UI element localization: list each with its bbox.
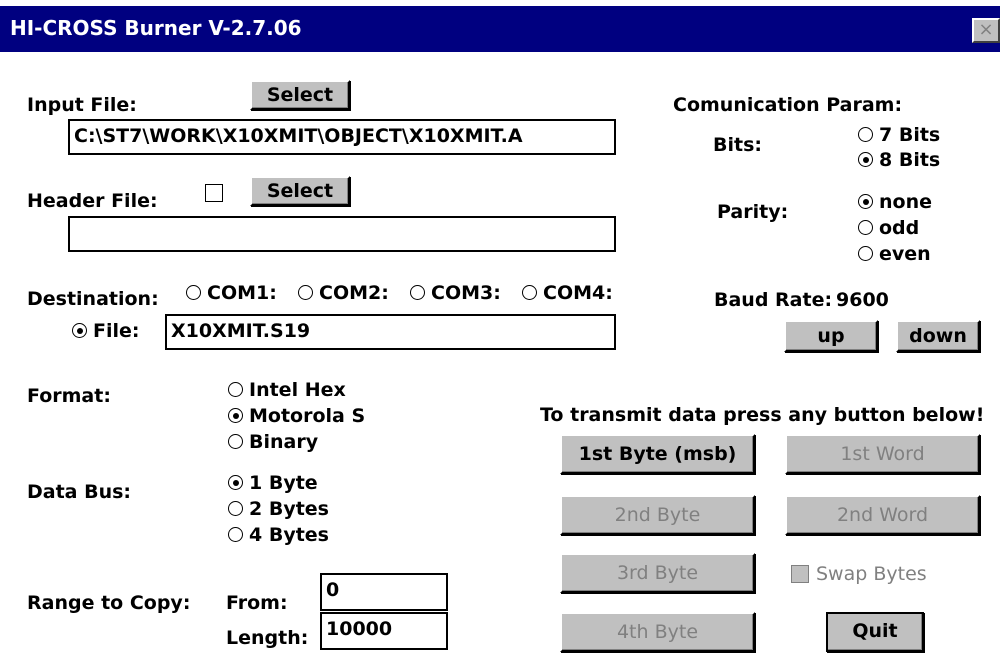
radio-selected-icon: [228, 475, 243, 490]
radio-icon: [228, 527, 243, 542]
radio-icon: [186, 285, 201, 300]
binary-label: Binary: [249, 431, 319, 453]
destination-com3-radio[interactable]: COM3:: [410, 280, 501, 307]
odd-label: odd: [879, 217, 920, 239]
radio-icon: [522, 285, 537, 300]
radio-icon: [228, 501, 243, 516]
destination-file-radio[interactable]: File:: [72, 318, 140, 345]
header-file-select-button[interactable]: Select: [250, 176, 350, 206]
radio-selected-icon: [858, 194, 873, 209]
data-bus-label: Data Bus:: [27, 481, 132, 503]
radio-icon: [858, 220, 873, 235]
first-word-button[interactable]: 1st Word: [785, 434, 980, 474]
swap-bytes-label: Swap Bytes: [816, 563, 927, 585]
length-label: Length:: [226, 627, 309, 649]
burner-window: HI-CROSS Burner V-2.7.06 × Input File: S…: [0, 0, 1000, 668]
radio-icon: [228, 434, 243, 449]
format-label: Format:: [27, 385, 111, 407]
intel-hex-label: Intel Hex: [249, 379, 346, 401]
data-bus-1-byte-radio[interactable]: 1 Byte: [228, 470, 318, 497]
close-icon: ×: [978, 19, 994, 40]
baud-up-button[interactable]: up: [784, 320, 878, 352]
comm-title: Comunication Param:: [673, 94, 903, 116]
parity-even-radio[interactable]: even: [858, 241, 931, 268]
radio-selected-icon: [858, 152, 873, 167]
second-byte-button[interactable]: 2nd Byte: [560, 495, 755, 535]
even-label: even: [879, 243, 931, 265]
radio-selected-icon: [228, 408, 243, 423]
third-byte-button[interactable]: 3rd Byte: [560, 553, 755, 593]
radio-icon: [228, 382, 243, 397]
header-file-checkbox[interactable]: [205, 184, 223, 202]
destination-com1-radio[interactable]: COM1:: [186, 280, 277, 307]
data-bus-2-bytes-radio[interactable]: 2 Bytes: [228, 496, 329, 523]
parity-label: Parity:: [717, 201, 789, 223]
parity-odd-radio[interactable]: odd: [858, 215, 919, 242]
second-word-button[interactable]: 2nd Word: [785, 495, 980, 535]
data-bus-4-bytes-radio[interactable]: 4 Bytes: [228, 522, 329, 549]
radio-icon: [858, 246, 873, 261]
quit-button[interactable]: Quit: [826, 612, 924, 652]
format-intel-hex-radio[interactable]: Intel Hex: [228, 377, 346, 404]
format-motorola-s-radio[interactable]: Motorola S: [228, 403, 365, 430]
2-bytes-label: 2 Bytes: [249, 498, 329, 520]
7-bits-label: 7 Bits: [879, 124, 941, 146]
from-label: From:: [226, 592, 288, 614]
first-byte-button[interactable]: 1st Byte (msb): [560, 434, 755, 474]
destination-label: Destination:: [27, 288, 159, 310]
swap-bytes-checkbox[interactable]: [791, 565, 809, 583]
window-title: HI-CROSS Burner V-2.7.06: [10, 16, 302, 40]
parity-none-radio[interactable]: none: [858, 189, 932, 216]
input-file-label: Input File:: [27, 94, 137, 116]
destination-com2-radio[interactable]: COM2:: [298, 280, 389, 307]
format-binary-radio[interactable]: Binary: [228, 429, 318, 456]
transmit-instruction: To transmit data press any button below!: [540, 404, 985, 426]
none-label: none: [879, 191, 932, 213]
bits-label: Bits:: [713, 134, 762, 156]
destination-file-field[interactable]: X10XMIT.S19: [165, 314, 616, 350]
com1-label: COM1:: [207, 282, 277, 304]
file-radio-label: File:: [93, 320, 140, 342]
from-field[interactable]: 0: [320, 573, 448, 611]
baud-rate-value: 9600: [836, 289, 889, 311]
header-file-field[interactable]: [68, 216, 616, 252]
destination-com4-radio[interactable]: COM4:: [522, 280, 613, 307]
baud-down-button[interactable]: down: [896, 320, 980, 352]
4-bytes-label: 4 Bytes: [249, 524, 329, 546]
radio-icon: [858, 127, 873, 142]
8-bits-label: 8 Bits: [879, 149, 941, 171]
com2-label: COM2:: [319, 282, 389, 304]
radio-icon: [410, 285, 425, 300]
radio-selected-icon: [72, 323, 87, 338]
title-bar: HI-CROSS Burner V-2.7.06 ×: [0, 6, 1000, 52]
bits-8-radio[interactable]: 8 Bits: [858, 147, 940, 174]
motorola-s-label: Motorola S: [249, 405, 366, 427]
close-button[interactable]: ×: [972, 18, 1000, 43]
1-byte-label: 1 Byte: [249, 472, 318, 494]
header-file-label: Header File:: [27, 190, 158, 212]
radio-icon: [298, 285, 313, 300]
input-file-select-button[interactable]: Select: [250, 80, 350, 110]
com4-label: COM4:: [543, 282, 613, 304]
length-field[interactable]: 10000: [320, 612, 448, 650]
input-file-field[interactable]: C:\ST7\WORK\X10XMIT\OBJECT\X10XMIT.A: [68, 119, 616, 155]
bits-7-radio[interactable]: 7 Bits: [858, 122, 940, 149]
fourth-byte-button[interactable]: 4th Byte: [560, 612, 755, 652]
range-label: Range to Copy:: [27, 592, 191, 614]
baud-rate-label: Baud Rate:: [714, 289, 833, 311]
com3-label: COM3:: [431, 282, 501, 304]
